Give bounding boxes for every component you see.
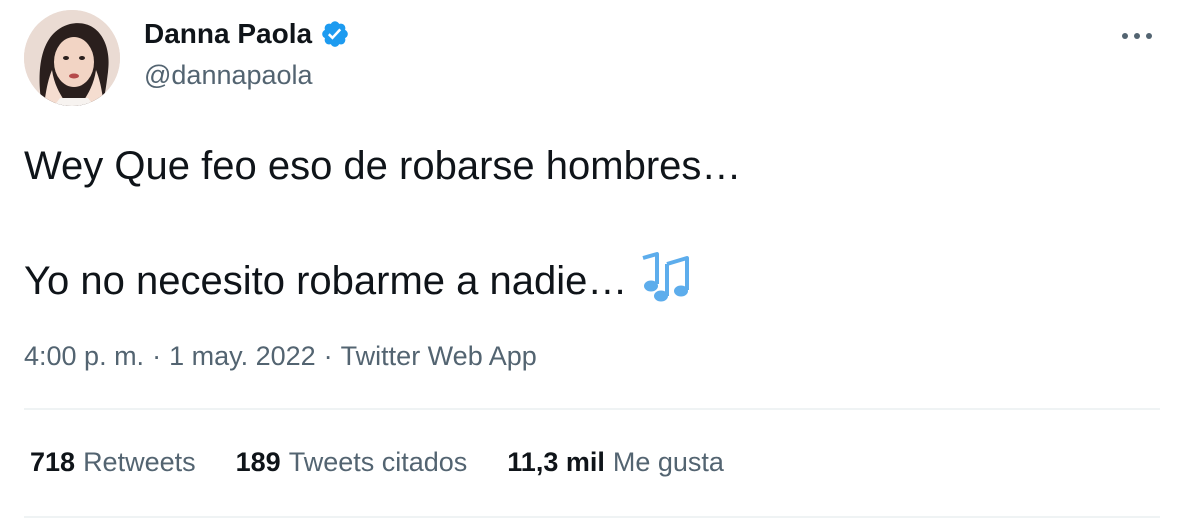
divider-top <box>24 408 1160 410</box>
tweet-meta: 4:00 p. m. · 1 may. 2022 · Twitter Web App <box>24 338 537 374</box>
tweet-line-1: Wey Que feo eso de robarse hombres… <box>24 144 742 188</box>
more-options-icon[interactable] <box>1112 18 1162 54</box>
avatar-photo <box>24 10 120 106</box>
tweet-time[interactable]: 4:00 p. m. <box>24 341 144 371</box>
tweet-text: Wey Que feo eso de robarse hombres… Yo n… <box>24 140 1164 307</box>
meta-separator: · <box>152 341 162 371</box>
likes-stat[interactable]: 11,3 mil Me gusta <box>507 444 724 480</box>
quotes-count: 189 <box>235 447 281 477</box>
retweets-count: 718 <box>30 447 76 477</box>
likes-label: Me gusta <box>612 447 724 477</box>
tweet-stats: 718 Retweets 189 Tweets citados 11,3 mil… <box>30 444 764 480</box>
divider-bottom <box>24 516 1160 518</box>
retweets-stat[interactable]: 718 Retweets <box>30 444 196 480</box>
tweet-source[interactable]: Twitter Web App <box>341 341 537 371</box>
likes-count: 11,3 mil <box>507 447 605 477</box>
display-name[interactable]: Danna Paola <box>144 16 312 52</box>
tweet-line-2-text: Yo no necesito robarme a nadie… <box>24 259 628 303</box>
musical-notes-icon <box>637 250 695 302</box>
verified-badge-icon <box>320 19 350 49</box>
tweet-date[interactable]: 1 may. 2022 <box>169 341 316 371</box>
name-row: Danna Paola <box>144 16 350 52</box>
tweet-line-2: Yo no necesito robarme a nadie… <box>24 250 1164 307</box>
avatar[interactable] <box>24 10 120 106</box>
user-handle[interactable]: @dannapaola <box>144 58 313 92</box>
meta-separator: · <box>323 341 333 371</box>
quotes-label: Tweets citados <box>288 447 468 477</box>
quotes-stat[interactable]: 189 Tweets citados <box>236 444 468 480</box>
retweets-label: Retweets <box>83 447 196 477</box>
tweet-detail: Danna Paola @dannapaola Wey Que feo eso … <box>0 0 1200 528</box>
